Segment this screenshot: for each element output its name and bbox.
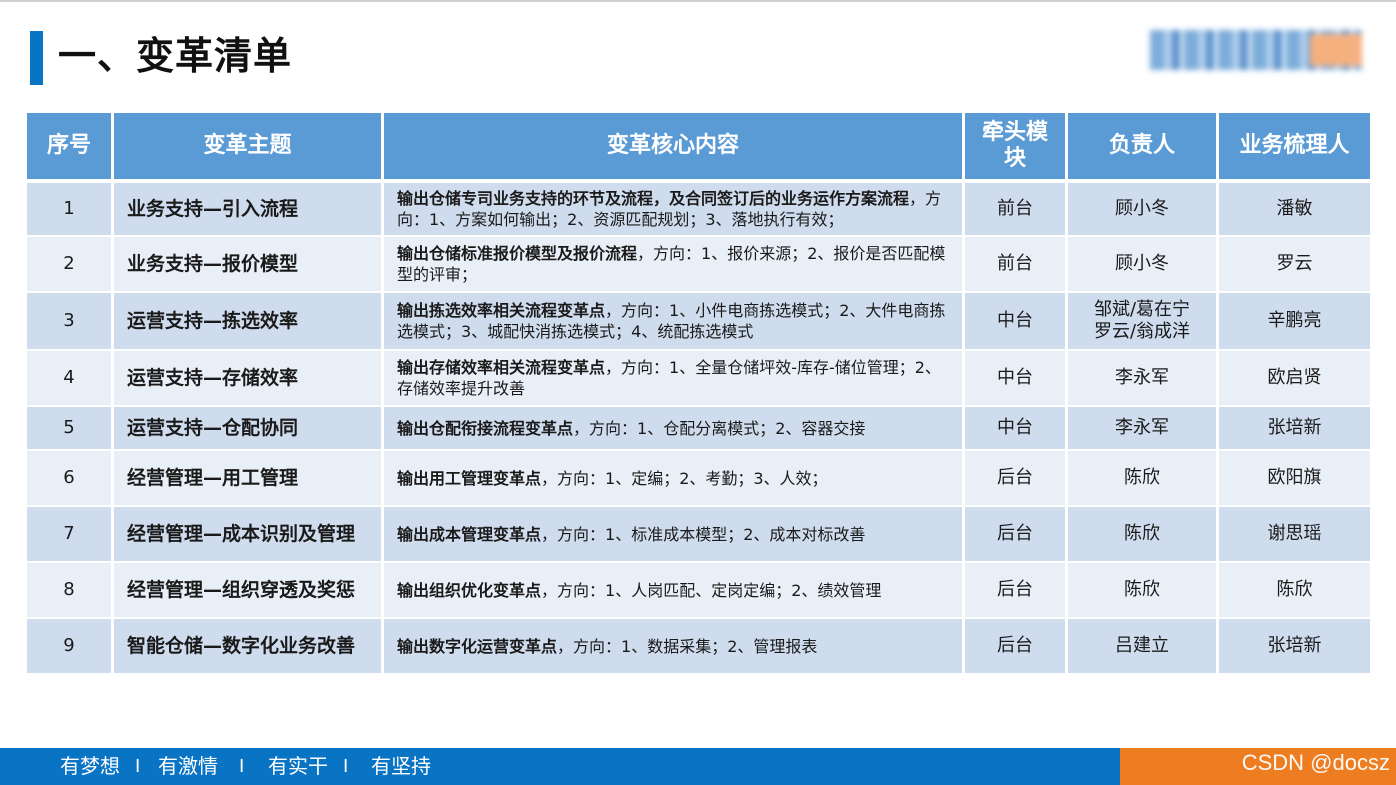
slogan-separator: I [135, 756, 141, 777]
change-list-table: 序号 变革主题 变革核心内容 牵头模块 负责人 业务梳理人 1 业务支持—引入流程… [24, 113, 1373, 675]
content-key-text: 输出成本管理变革点 [397, 524, 542, 544]
content-key-text: 输出仓配衔接流程变革点 [397, 418, 574, 438]
header-analyst: 业务梳理人 [1219, 113, 1370, 183]
cell-analyst: 潘敏 [1219, 183, 1370, 237]
content-key-text: 输出用工管理变革点 [397, 468, 542, 488]
cell-analyst: 罗云 [1219, 237, 1370, 293]
header-no: 序号 [27, 113, 111, 183]
cell-owner: 陈欣 [1068, 507, 1216, 563]
content-detail-text: ，方向：1、定编；2、考勤；3、人效； [541, 468, 828, 488]
cell-no: 7 [27, 507, 111, 563]
cell-no: 1 [27, 183, 111, 237]
cell-content: 输出仓储专司业务支持的环节及流程，及合同签订后的业务运作方案流程，方向：1、方案… [384, 183, 962, 237]
content-key-text: 输出拣选效率相关流程变革点 [397, 301, 606, 320]
cell-theme: 业务支持—引入流程 [114, 183, 381, 237]
cell-analyst: 谢思瑶 [1219, 507, 1370, 563]
table-header-row: 序号 变革主题 变革核心内容 牵头模块 负责人 业务梳理人 [27, 113, 1370, 183]
header-owner: 负责人 [1068, 113, 1216, 183]
table-row: 8 经营管理—组织穿透及奖惩 输出组织优化变革点，方向：1、人岗匹配、定岗定编；2、… [27, 563, 1370, 619]
header-content: 变革核心内容 [384, 113, 962, 183]
cell-theme: 经营管理—用工管理 [114, 451, 381, 507]
cell-owner: 顾小冬 [1068, 237, 1216, 293]
title-accent-bar [30, 31, 43, 85]
cell-theme: 智能仓储—数字化业务改善 [114, 619, 381, 675]
cell-theme: 运营支持—仓配协同 [114, 407, 381, 451]
cell-analyst: 辛鹏亮 [1219, 293, 1370, 351]
cell-owner: 李永军 [1068, 351, 1216, 407]
cell-module: 中台 [965, 407, 1065, 451]
cell-owner: 邹斌/葛在宁 罗云/翁成洋 [1068, 293, 1216, 351]
content-key-text: 输出组织优化变革点 [397, 580, 542, 600]
table-row: 6 经营管理—用工管理 输出用工管理变革点，方向：1、定编；2、考勤；3、人效； 后台… [27, 451, 1370, 507]
slogan-dream: 有梦想 [60, 754, 120, 778]
company-logo [1150, 30, 1362, 70]
cell-analyst: 欧启贤 [1219, 351, 1370, 407]
slogan-passion: 有激情 [158, 754, 218, 778]
watermark-text: CSDN @docsz [1241, 750, 1390, 775]
cell-content: 输出数字化运营变革点，方向：1、数据采集；2、管理报表 [384, 619, 962, 675]
cell-theme: 业务支持—报价模型 [114, 237, 381, 293]
cell-analyst: 陈欣 [1219, 563, 1370, 619]
header-theme: 变革主题 [114, 113, 381, 183]
cell-no: 8 [27, 563, 111, 619]
cell-module: 后台 [965, 507, 1065, 563]
cell-theme: 经营管理—组织穿透及奖惩 [114, 563, 381, 619]
slogan-separator: I [343, 756, 349, 777]
cell-owner: 陈欣 [1068, 451, 1216, 507]
table-row: 5 运营支持—仓配协同 输出仓配衔接流程变革点，方向：1、仓配分离模式；2、容器交接… [27, 407, 1370, 451]
cell-owner: 吕建立 [1068, 619, 1216, 675]
content-detail-text: ，方向：1、标准成本模型；2、成本对标改善 [541, 524, 866, 544]
table-row: 7 经营管理—成本识别及管理 输出成本管理变革点，方向：1、标准成本模型；2、成本对… [27, 507, 1370, 563]
header-module: 牵头模块 [965, 113, 1065, 183]
cell-module: 中台 [965, 293, 1065, 351]
cell-owner: 顾小冬 [1068, 183, 1216, 237]
cell-no: 6 [27, 451, 111, 507]
cell-no: 5 [27, 407, 111, 451]
slogan-persistence: 有坚持 [371, 754, 431, 778]
content-detail-text: ，方向：1、数据采集；2、管理报表 [557, 636, 818, 656]
content-key-text: 输出数字化运营变革点 [397, 636, 558, 656]
cell-module: 前台 [965, 183, 1065, 237]
footer-bar: 有梦想 I 有激情 I 有实干 I 有坚持 [0, 748, 1120, 785]
cell-no: 9 [27, 619, 111, 675]
content-key-text: 输出仓储标准报价模型及报价流程 [397, 244, 638, 263]
table-row: 1 业务支持—引入流程 输出仓储专司业务支持的环节及流程，及合同签订后的业务运作方案… [27, 183, 1370, 237]
cell-module: 后台 [965, 451, 1065, 507]
cell-analyst: 欧阳旗 [1219, 451, 1370, 507]
cell-content: 输出仓配衔接流程变革点，方向：1、仓配分离模式；2、容器交接 [384, 407, 962, 451]
cell-analyst: 张培新 [1219, 407, 1370, 451]
table-row: 4 运营支持—存储效率 输出存储效率相关流程变革点，方向：1、全量仓储坪效-库存-储… [27, 351, 1370, 407]
cell-content: 输出用工管理变革点，方向：1、定编；2、考勤；3、人效； [384, 451, 962, 507]
cell-content: 输出成本管理变革点，方向：1、标准成本模型；2、成本对标改善 [384, 507, 962, 563]
cell-module: 中台 [965, 351, 1065, 407]
cell-no: 4 [27, 351, 111, 407]
cell-content: 输出存储效率相关流程变革点，方向：1、全量仓储坪效-库存-储位管理；2、存储效率… [384, 351, 962, 407]
page-title: 一、变革清单 [58, 34, 293, 78]
slogan-practice: 有实干 [268, 754, 328, 778]
content-detail-text: ，方向：1、人岗匹配、定岗定编；2、绩效管理 [541, 580, 882, 600]
content-detail-text: ，方向：1、仓配分离模式；2、容器交接 [573, 418, 866, 438]
table-row: 2 业务支持—报价模型 输出仓储标准报价模型及报价流程，方向：1、报价来源；2、报价… [27, 237, 1370, 293]
cell-analyst: 张培新 [1219, 619, 1370, 675]
cell-module: 前台 [965, 237, 1065, 293]
top-divider [0, 0, 1396, 2]
cell-content: 输出组织优化变革点，方向：1、人岗匹配、定岗定编；2、绩效管理 [384, 563, 962, 619]
cell-content: 输出拣选效率相关流程变革点，方向：1、小件电商拣选模式；2、大件电商拣选模式；3… [384, 293, 962, 351]
cell-module: 后台 [965, 563, 1065, 619]
cell-theme: 经营管理—成本识别及管理 [114, 507, 381, 563]
cell-owner: 李永军 [1068, 407, 1216, 451]
table-row: 3 运营支持—拣选效率 输出拣选效率相关流程变革点，方向：1、小件电商拣选模式；2、… [27, 293, 1370, 351]
cell-owner: 陈欣 [1068, 563, 1216, 619]
cell-theme: 运营支持—拣选效率 [114, 293, 381, 351]
slogan-separator: I [239, 756, 245, 777]
cell-no: 2 [27, 237, 111, 293]
table-row: 9 智能仓储—数字化业务改善 输出数字化运营变革点，方向：1、数据采集；2、管理报表… [27, 619, 1370, 675]
cell-content: 输出仓储标准报价模型及报价流程，方向：1、报价来源；2、报价是否匹配模型的评审； [384, 237, 962, 293]
content-key-text: 输出存储效率相关流程变革点 [397, 358, 606, 377]
cell-theme: 运营支持—存储效率 [114, 351, 381, 407]
cell-no: 3 [27, 293, 111, 351]
content-key-text: 输出仓储专司业务支持的环节及流程，及合同签订后的业务运作方案流程 [397, 189, 910, 208]
cell-module: 后台 [965, 619, 1065, 675]
